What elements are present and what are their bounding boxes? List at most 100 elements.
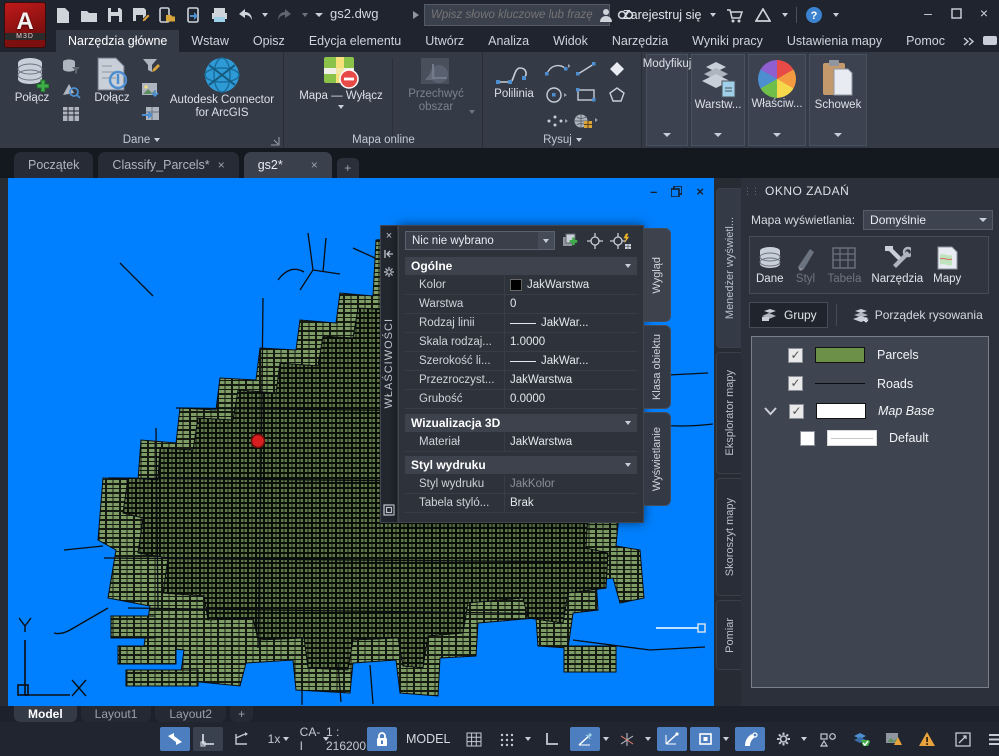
polygon-icon[interactable] [609, 87, 625, 103]
workspace-icon[interactable] [813, 727, 843, 751]
file-tab-gs2[interactable]: gs2* × [243, 152, 332, 178]
property-row[interactable]: Warstwa 0 [405, 295, 637, 314]
close-tab-icon[interactable]: × [218, 158, 225, 172]
palette-close-icon[interactable]: × [386, 230, 392, 242]
annotation-visibility-icon[interactable] [735, 727, 766, 751]
drag-grip-icon[interactable]: ⋮⋮ [743, 186, 760, 197]
window-maximize-button[interactable] [947, 4, 965, 22]
osnap-dropdown-icon[interactable] [723, 737, 730, 741]
dynamic-ucs-icon[interactable] [226, 727, 256, 751]
property-row[interactable]: Grubość 0.0000 [405, 390, 637, 409]
maps-button[interactable]: Mapy [933, 245, 961, 285]
map-task-toggle-icon[interactable] [160, 727, 190, 751]
arc-icon[interactable] [544, 61, 570, 77]
new-file-icon[interactable] [52, 4, 74, 26]
object-snap-tracking-icon[interactable] [657, 727, 688, 751]
layers-panel-button[interactable]: Warstw... [691, 54, 745, 146]
close-tab-icon[interactable]: × [311, 158, 318, 172]
viewport-restore-button[interactable] [671, 186, 683, 197]
polar-tracking-icon[interactable] [570, 727, 601, 751]
tab-eksplorator-mapy[interactable]: Eksplorator mapy [716, 352, 743, 474]
collapse-chevron-icon[interactable] [764, 406, 777, 416]
ribbon-tab-utworz[interactable]: Utwórz [413, 30, 476, 52]
ribbon-tab-analiza[interactable]: Analiza [476, 30, 541, 52]
sign-in-dropdown-icon[interactable] [708, 4, 718, 26]
property-row[interactable]: Tabela styló... Brak [405, 494, 637, 513]
panel-label-mapa-online[interactable]: Mapa online [285, 132, 482, 147]
window-minimize-button[interactable]: – [919, 4, 937, 22]
layer-row-default[interactable]: Default [800, 430, 929, 446]
ucs-icon-setting[interactable] [193, 727, 223, 751]
snap-dropdown-icon[interactable] [525, 737, 532, 741]
window-close-button[interactable]: × [975, 4, 993, 22]
redo-dropdown-icon[interactable] [300, 4, 310, 26]
filter-edit-icon[interactable] [140, 55, 162, 76]
palette-settings-icon[interactable] [383, 266, 395, 278]
selected-line[interactable] [656, 623, 706, 633]
open-file-icon[interactable] [78, 4, 100, 26]
plot-icon[interactable] [208, 4, 230, 26]
palette-tab-wyglad[interactable]: Wygląd [644, 228, 671, 322]
panel-launcher-icon[interactable] [270, 136, 280, 146]
ribbon-display-toggle-icon[interactable] [982, 36, 999, 46]
ortho-mode-icon[interactable] [537, 727, 567, 751]
save-web-mobile-icon[interactable] [182, 4, 204, 26]
snap-mode-icon[interactable] [492, 727, 522, 751]
ribbon-tab-narzedzia-glowne[interactable]: Narzędzia główne [56, 30, 180, 52]
display-map-dropdown[interactable]: Domyślnie [863, 210, 994, 230]
new-layout-button[interactable]: + [230, 706, 254, 722]
palette-properties-icon[interactable] [383, 504, 395, 516]
palette-titlebar[interactable]: × WŁAŚCIWOŚCI [380, 225, 398, 523]
layout-tab-model[interactable]: Model [14, 706, 77, 722]
warning-icon[interactable] [912, 727, 942, 751]
coordinate-system-button[interactable]: CA-I [298, 725, 330, 753]
save-icon[interactable] [104, 4, 126, 26]
search-flyout-icon[interactable] [412, 10, 420, 20]
property-row[interactable]: Przezroczyst... JakWarstwa [405, 371, 637, 390]
object-snap-icon[interactable] [690, 727, 721, 751]
section-ogolne[interactable]: Ogólne [405, 257, 637, 275]
map-scale-button[interactable]: 1 : 216200 [326, 725, 376, 753]
filter-data-icon[interactable] [60, 55, 82, 76]
default-checkbox[interactable] [800, 430, 815, 446]
help-icon[interactable]: ? [803, 4, 825, 26]
more-tabs-icon[interactable] [963, 36, 975, 46]
selection-dropdown[interactable]: Nic nie wybrano [405, 231, 555, 250]
property-row[interactable]: Materiał JakWarstwa [405, 433, 637, 452]
roads-checkbox[interactable]: ✓ [788, 376, 803, 391]
layout-tab-layout2[interactable]: Layout2 [155, 706, 227, 722]
ribbon-tab-edycja-elementu[interactable]: Edycja elementu [297, 30, 413, 52]
search-input[interactable] [424, 4, 610, 26]
points-icon[interactable] [544, 114, 570, 128]
draw-order-button[interactable]: Porządek rysowania [845, 303, 989, 327]
property-row[interactable]: Skala rodzaj... 1.0000 [405, 333, 637, 352]
ribbon-tab-pomoc[interactable]: Pomoc [894, 30, 957, 52]
data-button[interactable]: Dane [756, 245, 784, 285]
map-toggle-dropdown-icon[interactable] [338, 105, 344, 109]
undo-icon[interactable] [234, 4, 256, 26]
image-warning-icon[interactable] [879, 727, 909, 751]
redo-icon[interactable] [274, 4, 296, 26]
user-icon[interactable] [595, 4, 617, 26]
palette-tab-wyswietlanie[interactable]: Wyświetlanie [644, 412, 671, 506]
customization-menu-icon[interactable] [981, 727, 999, 751]
panel-label-dane[interactable]: Dane [0, 132, 283, 147]
application-menu-button[interactable]: A M3D [4, 2, 46, 48]
ribbon-tab-wyniki-pracy[interactable]: Wyniki pracy [680, 30, 775, 52]
image-insert-icon[interactable] [140, 79, 162, 100]
polar-dropdown-icon[interactable] [603, 737, 610, 741]
qat-customize-icon[interactable] [314, 4, 324, 26]
groups-button[interactable]: Grupy [749, 302, 828, 328]
rhombus-icon[interactable] [609, 61, 625, 77]
save-as-icon[interactable] [130, 4, 152, 26]
clipboard-panel-button[interactable]: Schowek [809, 54, 867, 146]
file-tab-poczatek[interactable]: Początek [14, 152, 94, 178]
a360-icon[interactable] [752, 4, 774, 26]
scale-lock-icon[interactable] [367, 727, 397, 751]
help-dropdown-icon[interactable] [831, 4, 841, 26]
map-base-checkbox[interactable]: ✓ [789, 403, 804, 419]
isodraft-dropdown-icon[interactable] [645, 737, 652, 741]
rectangle-icon[interactable] [575, 87, 599, 103]
sign-in-button[interactable]: Zarejestruj się [623, 8, 702, 22]
undo-dropdown-icon[interactable] [260, 4, 270, 26]
